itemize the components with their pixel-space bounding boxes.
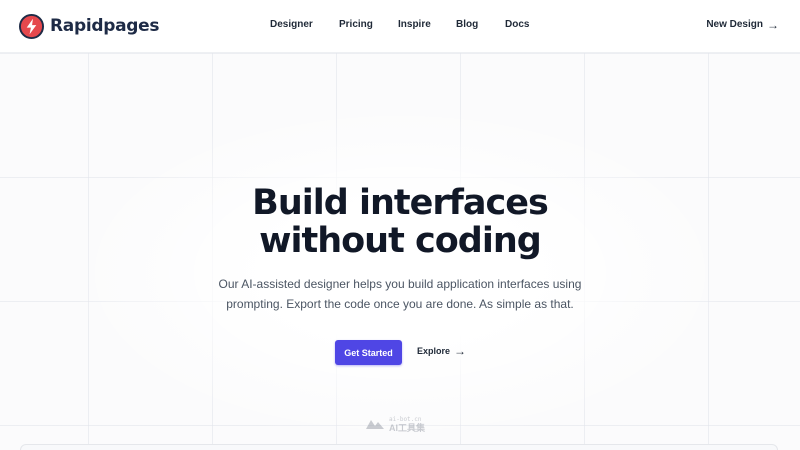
hero-headline-line-1: Build interfaces xyxy=(252,183,549,223)
hero-subtitle-line-1: Our AI-assisted designer helps you build… xyxy=(218,277,582,291)
nav-link-pricing[interactable]: Pricing xyxy=(339,19,373,30)
preview-frame xyxy=(20,444,778,450)
nav-link-inspire[interactable]: Inspire xyxy=(398,19,431,30)
hero-subtitle-line-2: prompting. Export the code once you are … xyxy=(226,297,574,311)
brand-name: Rapidpages xyxy=(50,16,160,36)
nav-link-blog[interactable]: Blog xyxy=(456,19,478,30)
new-design-label: New Design xyxy=(706,19,763,30)
explore-label: Explore xyxy=(417,346,451,356)
watermark-big-text: AI工具集 xyxy=(389,423,426,433)
nav-link-designer[interactable]: Designer xyxy=(270,19,313,30)
arrow-right-icon: → xyxy=(767,17,779,32)
brand-logo-link[interactable]: Rapidpages xyxy=(19,13,159,39)
explore-link[interactable]: Explore → xyxy=(417,344,467,358)
new-design-link[interactable]: New Design → xyxy=(706,17,779,32)
get-started-button[interactable]: Get Started xyxy=(335,340,402,365)
nav-link-docs[interactable]: Docs xyxy=(505,19,529,30)
lightning-bolt-icon xyxy=(19,13,44,39)
hero-headline-line-2: without coding xyxy=(259,221,542,261)
top-navigation: Rapidpages Designer Pricing Inspire Blog… xyxy=(0,0,800,53)
watermark-logo: ai-bot.cn AI工具集 xyxy=(364,414,444,434)
hero-section: Build interfaces without coding Our AI-a… xyxy=(0,0,800,450)
cloud-icon xyxy=(366,420,384,429)
arrow-right-icon: → xyxy=(454,344,467,358)
